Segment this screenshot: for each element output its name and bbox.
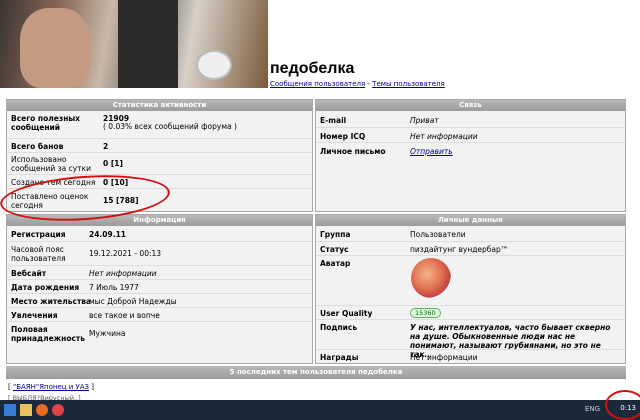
contact-row: Номер ICQ Нет информации xyxy=(316,127,625,142)
personal-row: Награды Нет информации xyxy=(316,349,625,363)
info-row: Увлечения все такое и вопче xyxy=(7,307,312,321)
profile-username: педобелка xyxy=(270,60,355,77)
activity-row: Использовано сообщений за сутки 0 [1] xyxy=(7,152,312,174)
personal-row: Аватар xyxy=(316,255,625,305)
topic-link[interactable]: "БАЯН"Японец и УАЗ xyxy=(13,383,89,391)
info-row: Дата рождения 7 Июль 1977 xyxy=(7,279,312,293)
info-row: Регистрация 24.09.11 xyxy=(11,230,127,239)
user-posts-link[interactable]: Сообщения пользователя xyxy=(270,80,365,88)
user-quality-badge: 15360 xyxy=(410,308,441,318)
latest-topics-header: 5 последних тем пользователя педобелка xyxy=(6,366,626,379)
language-indicator[interactable]: ENG xyxy=(585,405,600,413)
firefox-icon[interactable] xyxy=(36,404,48,416)
info-row: Вебсайт Нет информации xyxy=(7,265,312,279)
info-row: Половая принадлежность Мужчина xyxy=(7,321,312,345)
contact-panel-title: Связь xyxy=(316,100,625,111)
info-panel: Информация Регистрация 24.09.11 Часовой … xyxy=(6,214,313,364)
user-topics-link[interactable]: Темы пользователя xyxy=(372,80,445,88)
contact-row: Личное письмо Отправить xyxy=(316,142,625,157)
personal-panel-title: Личные данные xyxy=(316,215,625,226)
contact-panel: Связь E-mail Приват Номер ICQ Нет информ… xyxy=(315,99,626,212)
avatar xyxy=(411,258,451,298)
info-row: Часовой пояс пользователя 19.12.2021 - 0… xyxy=(7,241,312,265)
profile-links: Сообщения пользователя - Темы пользовате… xyxy=(270,80,445,88)
send-message-link[interactable]: Отправить xyxy=(410,147,453,156)
profile-banner-image xyxy=(0,0,268,88)
personal-row: User Quality 15360 xyxy=(316,305,625,319)
taskbar: ENG 0:13 xyxy=(0,400,640,420)
personal-panel: Личные данные Группа Пользователи Статус… xyxy=(315,214,626,364)
activity-panel-title: Статистика активности xyxy=(7,100,312,111)
start-icon[interactable] xyxy=(4,404,16,416)
contact-row: E-mail Приват xyxy=(320,116,439,125)
personal-row: Подпись У нас, интеллектуалов, часто быв… xyxy=(316,319,625,359)
latest-topic-item: [ "БАЯН"Японец и УАЗ ] xyxy=(8,383,95,391)
personal-row: Группа Пользователи xyxy=(320,230,466,239)
personal-row: Статус пиздайтунг вундербар™ xyxy=(316,241,625,255)
info-row: Место жительства мыс Доброй Надежды xyxy=(7,293,312,307)
activity-row: Всего банов 2 xyxy=(7,138,312,152)
folder-icon[interactable] xyxy=(20,404,32,416)
browser-icon[interactable] xyxy=(52,404,64,416)
activity-row: Всего полезных сообщений 21909 ( 0.03% в… xyxy=(11,114,237,132)
red-annotation-circle xyxy=(605,390,640,420)
